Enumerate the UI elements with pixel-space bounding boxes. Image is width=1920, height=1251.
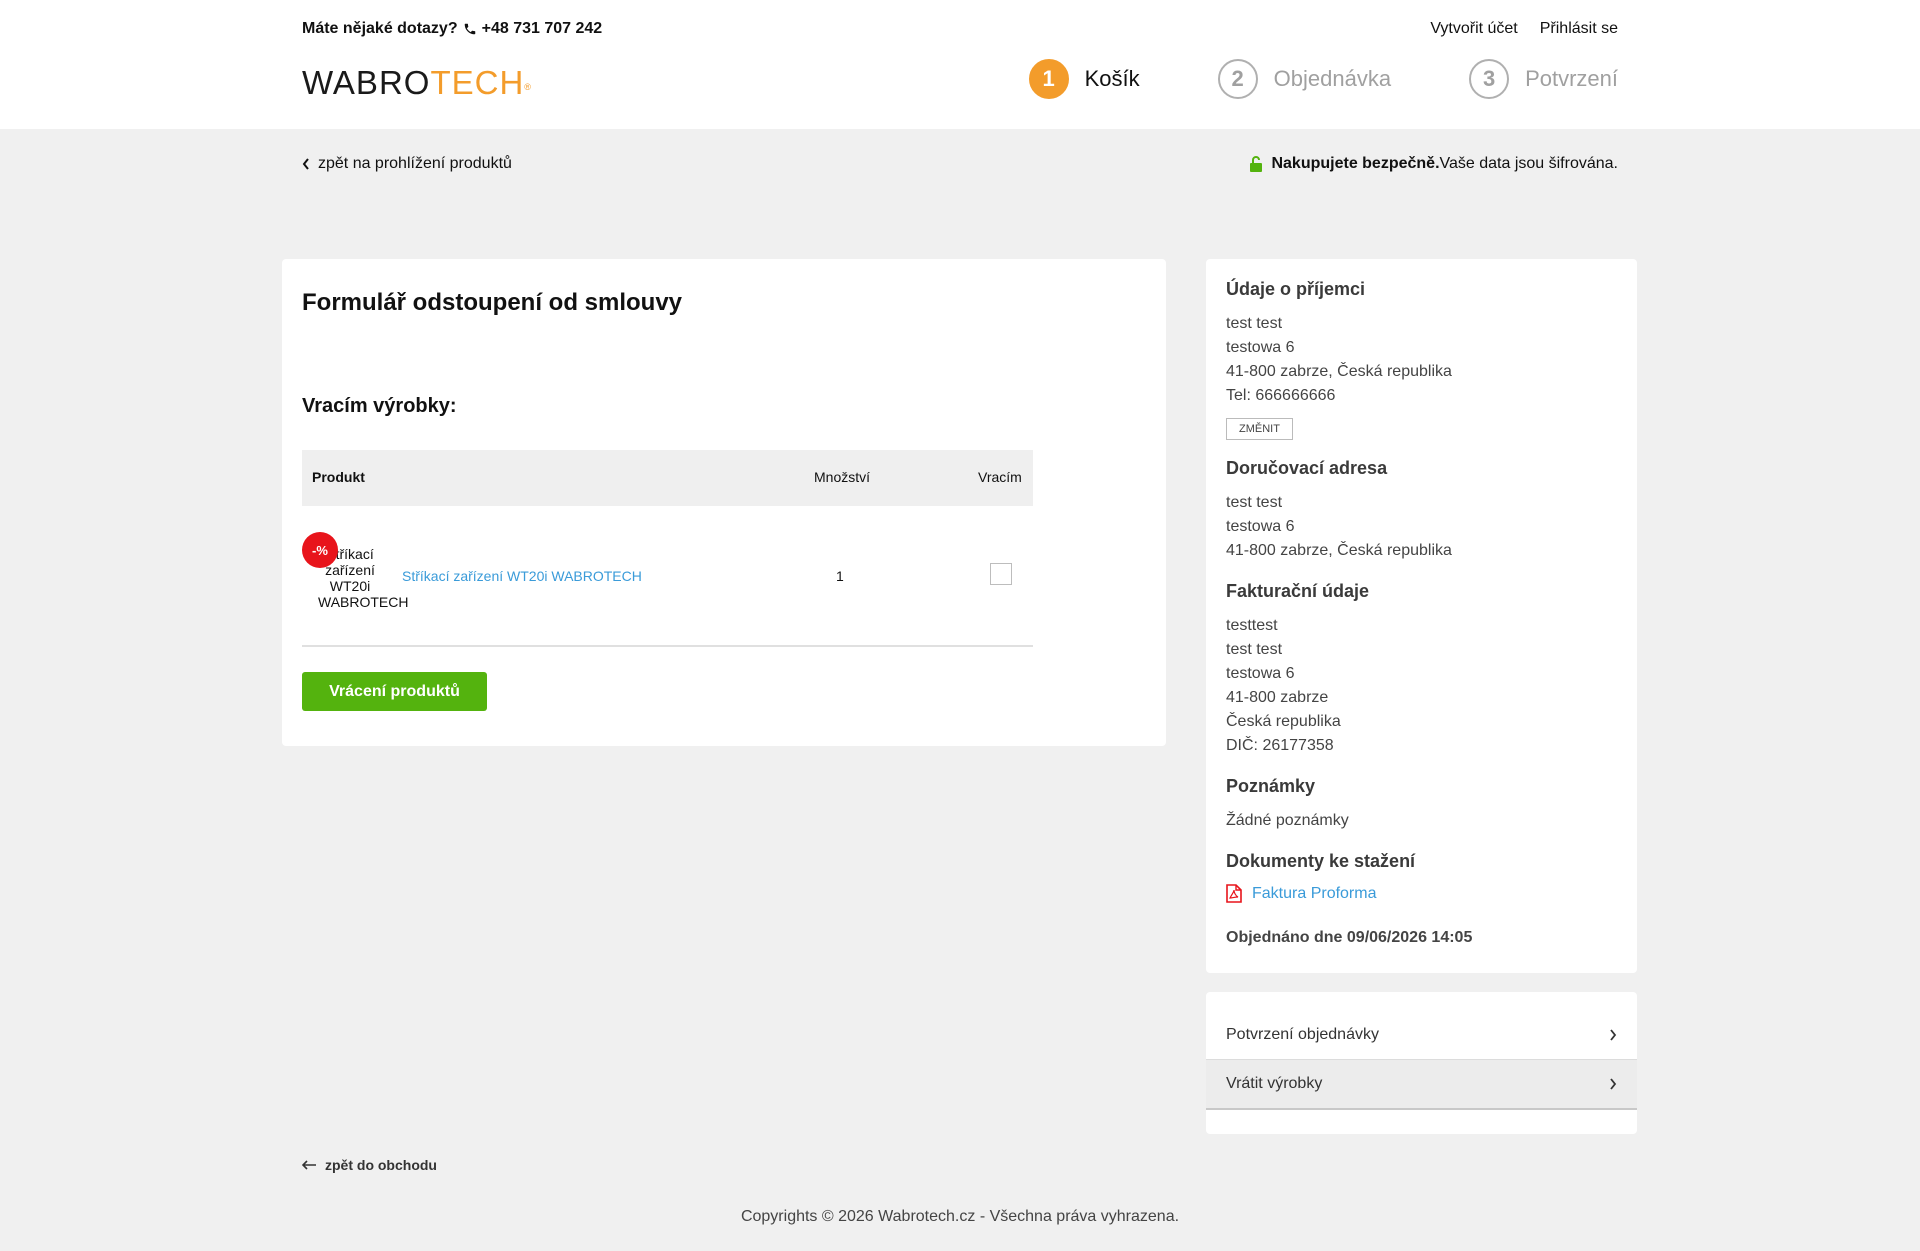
product-quantity: 1: [836, 568, 844, 584]
notes-title: Poznámky: [1226, 776, 1316, 796]
page-title: Formulář odstoupení od smlouvy: [302, 289, 683, 316]
product-image[interactable]: Stříkací zařízení WT20i WABROTECH -%: [302, 532, 412, 610]
table-row: Stříkací zařízení WT20i WABROTECH -% Stř…: [302, 506, 1033, 647]
nav-label: Vrátit výrobky: [1226, 1075, 1323, 1092]
notes-text: Žádné poznámky: [1226, 812, 1349, 829]
step-number: 3: [1469, 59, 1510, 99]
section-title: Vracím výrobky:: [302, 395, 457, 417]
secure-text: Vaše data jsou šifrována.: [1439, 155, 1618, 172]
proforma-invoice-label: Faktura Proforma: [1252, 884, 1377, 902]
billing-line: testowa 6: [1226, 665, 1295, 682]
back-to-products-link[interactable]: zpět na prohlížení produktů: [302, 155, 512, 173]
billing-section: Fakturační údaje testtest test test test…: [1226, 581, 1617, 758]
chevron-left-icon: [302, 158, 309, 170]
lock-open-icon: [1250, 155, 1263, 172]
site-header: Máte nějaké dotazy? +48 731 707 242 Vytv…: [0, 0, 1920, 129]
back-to-shop-label: zpět do obchodu: [325, 1157, 437, 1173]
chevron-right-icon: [1610, 1078, 1617, 1090]
documents-title: Dokumenty ke stažení: [1226, 851, 1416, 871]
step-label: Potvrzení: [1525, 66, 1618, 91]
arrow-left-icon: [302, 1160, 316, 1170]
return-checkbox[interactable]: [990, 563, 1012, 585]
delivery-title: Doručovací adresa: [1226, 458, 1388, 478]
change-recipient-button[interactable]: ZMĚNIT: [1226, 418, 1293, 440]
logo-part-1: WABRO: [302, 64, 431, 101]
recipient-title: Údaje o příjemci: [1226, 279, 1366, 299]
phone-number[interactable]: +48 731 707 242: [482, 20, 603, 38]
delivery-line: testowa 6: [1226, 518, 1295, 535]
logo-part-2: TECH: [430, 64, 525, 101]
billing-line: Česká republika: [1226, 713, 1341, 730]
step-label: Objednávka: [1273, 66, 1392, 91]
create-account-link[interactable]: Vytvořit účet: [1430, 20, 1517, 38]
logo[interactable]: WABROTECH®: [302, 64, 532, 102]
table-header: Produkt Množství Vracím: [302, 450, 1033, 506]
billing-line: DIČ: 26177358: [1226, 737, 1334, 754]
order-summary-card: Údaje o příjemci test test testowa 6 41-…: [1206, 259, 1637, 973]
recipient-line: Tel: 666666666: [1226, 387, 1336, 404]
back-to-shop-link[interactable]: zpět do obchodu: [302, 1157, 437, 1173]
nav-return-products[interactable]: Vrátit výrobky: [1206, 1060, 1637, 1110]
phone-icon: [464, 23, 475, 35]
delivery-section: Doručovací adresa test test testowa 6 41…: [1226, 458, 1617, 563]
billing-line: testtest: [1226, 617, 1278, 634]
step-number: 1: [1028, 59, 1069, 99]
step-number: 2: [1217, 59, 1258, 99]
pdf-icon: [1226, 884, 1242, 903]
back-to-products-label: zpět na prohlížení produktů: [318, 155, 512, 172]
nav-order-confirmation[interactable]: Potvrzení objednávky: [1206, 1010, 1637, 1060]
secure-bold-text: Nakupujete bezpečně.: [1271, 155, 1440, 172]
recipient-line: testowa 6: [1226, 339, 1295, 356]
secure-notice: Nakupujete bezpečně.Vaše data jsou šifro…: [1249, 155, 1618, 173]
header-returning: Vracím: [978, 469, 1022, 485]
return-form-card: Formulář odstoupení od smlouvy Vracím vý…: [282, 259, 1166, 746]
contact-info: Máte nějaké dotazy? +48 731 707 242: [302, 20, 602, 38]
return-products-button[interactable]: Vrácení produktů: [302, 672, 487, 711]
product-link[interactable]: Stříkací zařízení WT20i WABROTECH: [402, 568, 642, 584]
recipient-section: Údaje o příjemci test test testowa 6 41-…: [1226, 279, 1617, 440]
step-order: 2 Objednávka: [1217, 59, 1392, 99]
products-table: Produkt Množství Vracím Stříkací zařízen…: [302, 450, 1033, 647]
step-confirmation: 3 Potvrzení: [1469, 59, 1618, 99]
proforma-invoice-link[interactable]: Faktura Proforma: [1226, 884, 1617, 903]
documents-section: Dokumenty ke stažení Faktura Proforma: [1226, 851, 1617, 903]
nav-label: Potvrzení objednávky: [1226, 1025, 1379, 1043]
billing-title: Fakturační údaje: [1226, 581, 1370, 601]
header-quantity: Množství: [814, 469, 871, 485]
billing-line: test test: [1226, 641, 1283, 658]
order-nav-card: Potvrzení objednávky Vrátit výrobky: [1206, 992, 1637, 1134]
logo-registered-mark: ®: [524, 82, 532, 92]
contact-question: Máte nějaké dotazy?: [302, 20, 458, 37]
recipient-line: test test: [1226, 315, 1283, 332]
step-cart: 1 Košík: [1028, 59, 1140, 99]
step-label: Košík: [1084, 66, 1140, 91]
recipient-line: 41-800 zabrze, Česká republika: [1226, 363, 1452, 380]
login-link[interactable]: Přihlásit se: [1540, 20, 1618, 38]
billing-line: 41-800 zabrze: [1226, 689, 1329, 706]
chevron-right-icon: [1610, 1028, 1617, 1041]
discount-badge: -%: [302, 532, 338, 568]
copyright: Copyrights © 2026 Wabrotech.cz - Všechna…: [740, 1208, 1180, 1225]
checkout-steps: 1 Košík 2 Objednávka 3 Potvrzení: [1028, 59, 1618, 99]
delivery-line: test test: [1226, 494, 1283, 511]
delivery-line: 41-800 zabrze, Česká republika: [1226, 542, 1452, 559]
notes-section: Poznámky Žádné poznámky: [1226, 776, 1617, 833]
header-product: Produkt: [312, 469, 365, 485]
order-date: Objednáno dne 09/06/2026 14:05: [1226, 929, 1473, 946]
account-links: Vytvořit účet Přihlásit se: [1430, 20, 1618, 38]
